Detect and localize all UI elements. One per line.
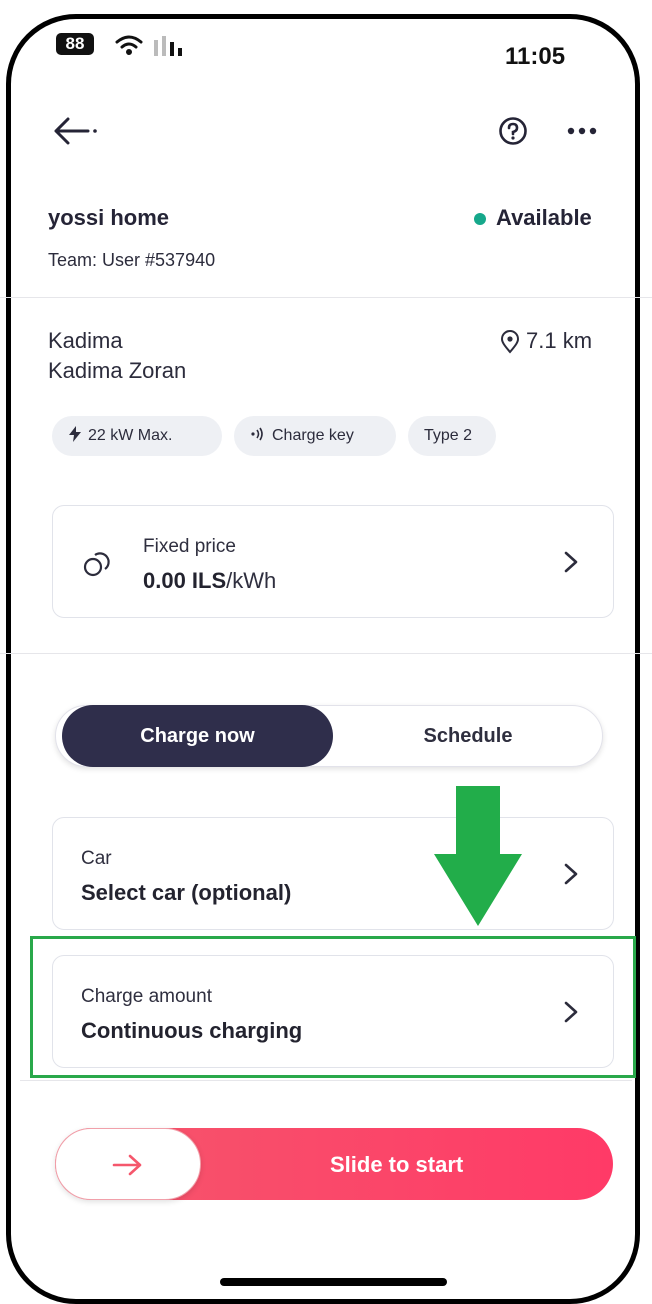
chip-label: Charge key <box>272 427 354 444</box>
car-card[interactable]: Car Select car (optional) <box>52 817 614 930</box>
price-unit: /kWh <box>226 568 277 593</box>
station-team: Team: User #537940 <box>48 250 216 270</box>
station-city: Kadima <box>48 328 123 353</box>
chip-label: Type 2 <box>424 427 473 444</box>
slide-to-start-handle[interactable] <box>55 1128 201 1200</box>
divider <box>0 297 652 298</box>
price-amount: 0.00 ILS <box>143 568 227 593</box>
chip-charge-key: Charge key <box>234 416 396 456</box>
station-status: Available <box>496 205 592 230</box>
tab-charge-now[interactable]: Charge now <box>62 705 333 767</box>
battery-indicator: 88 <box>56 33 94 55</box>
station-distance: 7.1 km <box>526 328 593 353</box>
annotation-arrow-icon <box>434 786 522 926</box>
car-value: Select car (optional) <box>81 880 292 905</box>
station-address: Kadima Zoran <box>48 358 187 383</box>
arrow-right-icon <box>112 1154 142 1176</box>
wifi-icon <box>115 35 143 55</box>
chip-connector-type: Type 2 <box>408 416 496 456</box>
price-label: Fixed price <box>143 536 236 557</box>
nfc-icon <box>251 427 263 441</box>
bolt-icon <box>69 426 81 442</box>
annotation-highlight-box <box>30 936 636 1078</box>
tab-schedule[interactable]: Schedule <box>333 705 603 767</box>
station-name: yossi home <box>48 205 170 230</box>
ellipsis-icon[interactable] <box>566 126 598 136</box>
slide-to-start-label: Slide to start <box>330 1152 464 1177</box>
car-label: Car <box>81 848 112 869</box>
chevron-right-icon <box>564 863 578 885</box>
signal-icon <box>154 36 182 56</box>
location-pin-icon <box>500 330 520 354</box>
status-dot <box>474 213 486 225</box>
arrow-left-icon[interactable] <box>52 116 102 146</box>
price-card[interactable]: Fixed price 0.00 ILS/kWh <box>52 505 614 618</box>
chip-label: 22 kW Max. <box>88 427 173 444</box>
divider <box>20 1080 632 1081</box>
home-indicator <box>220 1278 447 1286</box>
divider <box>0 653 652 654</box>
price-value: 0.00 ILS/kWh <box>143 568 276 594</box>
question-circle-icon[interactable] <box>498 116 528 146</box>
status-time: 11:05 <box>505 43 566 70</box>
coins-icon <box>83 552 110 577</box>
chip-power: 22 kW Max. <box>52 416 222 456</box>
chevron-right-icon <box>564 551 578 573</box>
